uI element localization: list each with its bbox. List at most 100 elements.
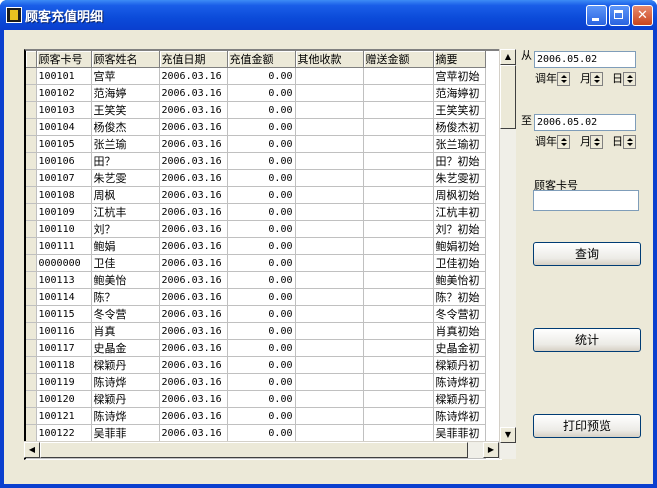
table-cell[interactable]: 卫佳: [91, 254, 160, 272]
table-cell[interactable]: 0.00: [227, 288, 296, 306]
table-cell[interactable]: [295, 424, 364, 442]
row-indicator[interactable]: [26, 390, 37, 408]
table-cell[interactable]: 100109: [36, 203, 92, 221]
row-indicator[interactable]: [26, 67, 37, 85]
table-cell[interactable]: 鲍娟初始: [433, 237, 486, 255]
col-header[interactable]: 充值日期: [159, 51, 228, 68]
table-cell[interactable]: 刘？: [91, 220, 160, 238]
row-indicator[interactable]: [26, 203, 37, 221]
table-cell[interactable]: 陈诗烨: [91, 407, 160, 425]
table-cell[interactable]: 2006.03.16: [159, 322, 228, 340]
table-cell[interactable]: 2006.03.16: [159, 271, 228, 289]
table-cell[interactable]: 0.00: [227, 152, 296, 170]
row-indicator[interactable]: [26, 305, 37, 323]
table-cell[interactable]: 宫苹初始: [433, 67, 486, 85]
table-cell[interactable]: 吴菲菲: [91, 424, 160, 442]
table-cell[interactable]: 张兰瑜: [91, 135, 160, 153]
table-cell[interactable]: 2006.03.16: [159, 407, 228, 425]
minimize-button[interactable]: [586, 5, 607, 26]
table-row[interactable]: 100105 张兰瑜 2006.03.16 0.00 张兰瑜初: [26, 135, 486, 153]
table-cell[interactable]: 0.00: [227, 424, 296, 442]
table-cell[interactable]: 陈？初始: [433, 288, 486, 306]
col-header[interactable]: 顾客卡号: [36, 51, 92, 68]
row-indicator[interactable]: [26, 101, 37, 119]
table-cell[interactable]: [363, 254, 434, 272]
from-day-spinner[interactable]: [623, 72, 636, 86]
table-cell[interactable]: 鲍美怡: [91, 271, 160, 289]
scroll-up-icon[interactable]: ▲: [500, 49, 516, 65]
table-cell[interactable]: 樑颖丹初: [433, 356, 486, 374]
from-month-spinner[interactable]: [590, 72, 603, 86]
table-cell[interactable]: [363, 118, 434, 136]
table-cell[interactable]: [295, 271, 364, 289]
table-cell[interactable]: [295, 322, 364, 340]
table-cell[interactable]: 杨俊杰初: [433, 118, 486, 136]
table-cell[interactable]: [295, 220, 364, 238]
table-cell[interactable]: 吴菲菲初: [433, 424, 486, 442]
table-cell[interactable]: [363, 220, 434, 238]
table-cell[interactable]: 100106: [36, 152, 92, 170]
table-cell[interactable]: [295, 152, 364, 170]
recharge-grid[interactable]: 顾客卡号 顾客姓名 充值日期 充值金额 其他收款 赠送金额 摘要 100101 宫…: [24, 49, 502, 460]
row-indicator[interactable]: [26, 271, 37, 289]
horizontal-scrollbar[interactable]: ◀ ▶: [24, 441, 499, 458]
print-preview-button[interactable]: 打印预览: [533, 414, 641, 438]
table-cell[interactable]: 陈诗烨: [91, 373, 160, 391]
maximize-button[interactable]: [609, 5, 630, 26]
table-cell[interactable]: 0.00: [227, 322, 296, 340]
table-cell[interactable]: [363, 101, 434, 119]
table-cell[interactable]: 0.00: [227, 135, 296, 153]
card-number-input[interactable]: [533, 190, 639, 211]
table-cell[interactable]: 100104: [36, 118, 92, 136]
table-cell[interactable]: 0.00: [227, 407, 296, 425]
table-cell[interactable]: 0.00: [227, 169, 296, 187]
to-date-field[interactable]: 2006.05.02: [534, 114, 636, 131]
table-cell[interactable]: [363, 407, 434, 425]
table-cell[interactable]: 100118: [36, 356, 92, 374]
table-cell[interactable]: 100116: [36, 322, 92, 340]
table-cell[interactable]: 杨俊杰: [91, 118, 160, 136]
stats-button[interactable]: 统计: [533, 328, 641, 352]
table-cell[interactable]: 冬令营: [91, 305, 160, 323]
table-cell[interactable]: 樑颖丹: [91, 390, 160, 408]
scroll-right-icon[interactable]: ▶: [483, 442, 499, 458]
table-cell[interactable]: 0.00: [227, 237, 296, 255]
table-cell[interactable]: 刘？初始: [433, 220, 486, 238]
row-indicator[interactable]: [26, 339, 37, 357]
table-cell[interactable]: 100102: [36, 84, 92, 102]
col-header[interactable]: 摘要: [433, 51, 486, 68]
from-year-spinner[interactable]: [557, 72, 570, 86]
query-button[interactable]: 查询: [533, 242, 641, 266]
row-indicator[interactable]: [26, 135, 37, 153]
table-cell[interactable]: 2006.03.16: [159, 220, 228, 238]
table-cell[interactable]: 周枫初始: [433, 186, 486, 204]
table-cell[interactable]: 樑颖丹: [91, 356, 160, 374]
table-cell[interactable]: 范海婷初: [433, 84, 486, 102]
table-row[interactable]: 100121 陈诗烨 2006.03.16 0.00 陈诗烨初: [26, 407, 486, 425]
row-indicator[interactable]: [26, 254, 37, 272]
table-cell[interactable]: 0.00: [227, 118, 296, 136]
table-cell[interactable]: 100110: [36, 220, 92, 238]
table-cell[interactable]: [363, 203, 434, 221]
table-cell[interactable]: 江杭丰: [91, 203, 160, 221]
row-indicator[interactable]: [26, 407, 37, 425]
table-row[interactable]: 100115 冬令营 2006.03.16 0.00 冬令营初: [26, 305, 486, 323]
table-cell[interactable]: [363, 322, 434, 340]
table-row[interactable]: 100106 田？ 2006.03.16 0.00 田？初始: [26, 152, 486, 170]
col-header[interactable]: 赠送金额: [363, 51, 434, 68]
row-indicator[interactable]: [26, 356, 37, 374]
table-cell[interactable]: 鲍娟: [91, 237, 160, 255]
table-cell[interactable]: 张兰瑜初: [433, 135, 486, 153]
table-cell[interactable]: 100122: [36, 424, 92, 442]
row-indicator[interactable]: [26, 186, 37, 204]
table-cell[interactable]: 2006.03.16: [159, 305, 228, 323]
table-row[interactable]: 100117 史晶金 2006.03.16 0.00 史晶金初: [26, 339, 486, 357]
col-header[interactable]: 顾客姓名: [91, 51, 160, 68]
table-cell[interactable]: [363, 237, 434, 255]
table-cell[interactable]: [363, 390, 434, 408]
row-indicator[interactable]: [26, 373, 37, 391]
scroll-down-icon[interactable]: ▼: [500, 427, 516, 443]
table-cell[interactable]: 2006.03.16: [159, 390, 228, 408]
horizontal-scroll-thumb[interactable]: [40, 442, 468, 458]
table-cell[interactable]: [295, 339, 364, 357]
